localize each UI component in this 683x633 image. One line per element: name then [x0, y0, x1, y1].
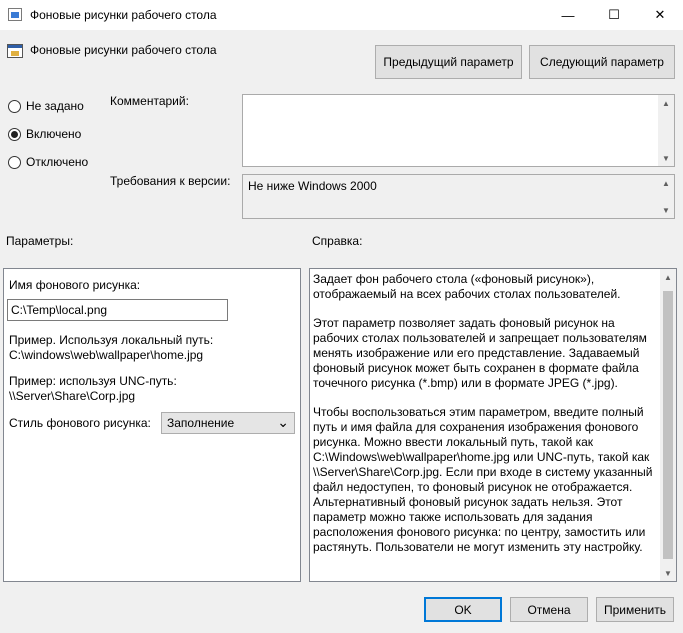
example-local-line1: Пример. Используя локальный путь:: [9, 333, 214, 347]
help-scroll-thumb[interactable]: [663, 291, 673, 559]
scroll-down-icon[interactable]: ▼: [658, 202, 674, 218]
scroll-down-icon[interactable]: ▼: [660, 565, 676, 581]
scroll-up-icon[interactable]: ▲: [660, 269, 676, 285]
minimize-button[interactable]: —: [545, 0, 591, 30]
comment-scrollbar[interactable]: ▲ ▼: [658, 95, 674, 166]
wallpaper-name-input[interactable]: C:\Temp\local.png: [7, 299, 228, 321]
close-icon: ✕: [654, 7, 666, 22]
example-local-line2: C:\windows\web\wallpaper\home.jpg: [9, 348, 204, 362]
window-app-icon: [8, 8, 22, 21]
wallpaper-style-label: Стиль фонового рисунка:: [9, 416, 151, 430]
minimize-icon: —: [561, 7, 575, 23]
help-text: Задает фон рабочего стола («фоновый рису…: [313, 272, 653, 569]
scroll-up-icon[interactable]: ▲: [658, 175, 674, 191]
radio-disabled[interactable]: Отключено: [8, 155, 88, 169]
options-panel: Имя фонового рисунка: C:\Temp\local.png …: [3, 268, 301, 582]
cancel-button[interactable]: Отмена: [510, 597, 588, 622]
maximize-button[interactable]: ☐: [591, 0, 637, 30]
help-paragraph: Чтобы воспользоваться этим параметром, в…: [313, 405, 653, 554]
radio-enabled-label: Включено: [26, 127, 82, 141]
previous-setting-button[interactable]: Предыдущий параметр: [375, 45, 522, 79]
help-section-label: Справка:: [312, 234, 363, 248]
supported-on-field: Не ниже Windows 2000 ▲ ▼: [242, 174, 675, 219]
wallpaper-name-value: C:\Temp\local.png: [11, 303, 108, 317]
help-paragraph: Задает фон рабочего стола («фоновый рису…: [313, 272, 621, 301]
supported-on-value: Не ниже Windows 2000: [248, 179, 377, 193]
policy-title: Фоновые рисунки рабочего стола: [30, 43, 217, 57]
wallpaper-style-dropdown[interactable]: Заполнение ⌄: [161, 412, 295, 434]
radio-disabled-indicator[interactable]: [8, 155, 21, 169]
comment-textarea[interactable]: ▲ ▼: [242, 94, 675, 167]
scroll-down-icon[interactable]: ▼: [658, 150, 674, 166]
next-setting-button[interactable]: Следующий параметр: [529, 45, 675, 79]
apply-button[interactable]: Применить: [596, 597, 674, 622]
supported-on-label: Требования к версии:: [110, 174, 231, 188]
chevron-down-icon: ⌄: [277, 414, 289, 430]
radio-not-configured-label: Не задано: [26, 99, 84, 113]
options-section-label: Параметры:: [6, 234, 74, 248]
maximize-icon: ☐: [608, 7, 620, 22]
radio-enabled[interactable]: Включено: [8, 127, 81, 141]
help-paragraph: Этот параметр позволяет задать фоновый р…: [313, 316, 647, 390]
radio-enabled-indicator[interactable]: [8, 127, 21, 141]
wallpaper-name-label: Имя фонового рисунка:: [9, 278, 141, 292]
help-panel: Задает фон рабочего стола («фоновый рису…: [309, 268, 677, 582]
scroll-up-icon[interactable]: ▲: [658, 95, 674, 111]
radio-disabled-label: Отключено: [26, 155, 89, 169]
help-scrollbar[interactable]: ▲ ▼: [660, 269, 676, 581]
close-button[interactable]: ✕: [637, 0, 683, 30]
example-unc-line1: Пример: используя UNC-путь:: [9, 374, 177, 388]
supported-scrollbar[interactable]: ▲ ▼: [658, 175, 674, 218]
comment-label: Комментарий:: [110, 94, 189, 108]
example-unc-line2: \\Server\Share\Corp.jpg: [9, 389, 136, 403]
policy-setting-icon: [7, 44, 23, 58]
wallpaper-style-value: Заполнение: [167, 416, 235, 430]
window-title: Фоновые рисунки рабочего стола: [30, 8, 217, 22]
ok-button[interactable]: OK: [424, 597, 502, 622]
radio-not-configured[interactable]: Не задано: [8, 99, 84, 113]
radio-not-configured-indicator[interactable]: [8, 99, 21, 113]
